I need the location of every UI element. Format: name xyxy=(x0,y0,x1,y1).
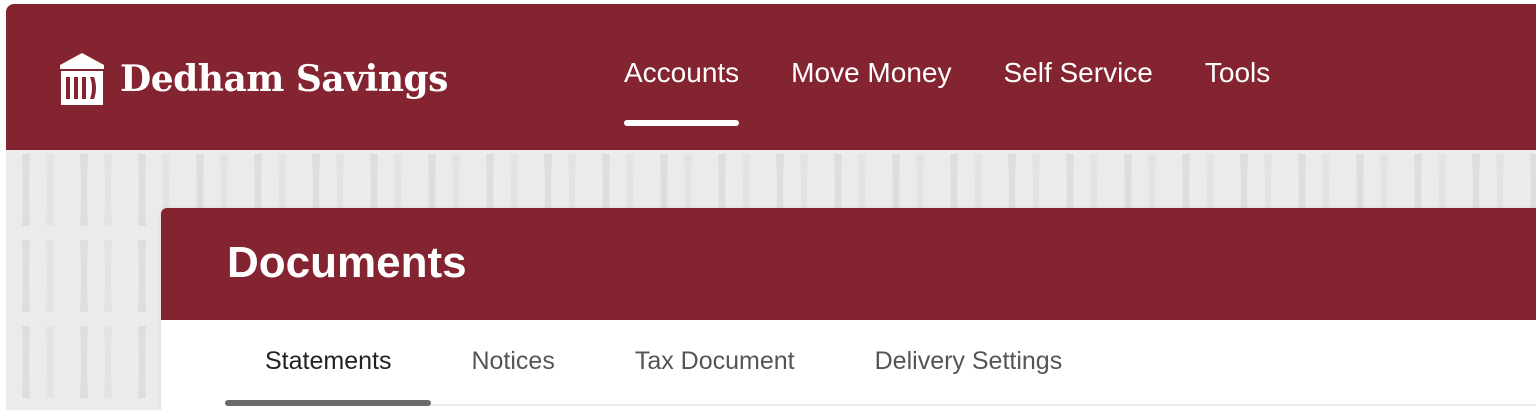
documents-tabs: Statements Notices Tax Document Delivery… xyxy=(225,320,1102,410)
bank-logo-icon xyxy=(60,53,104,105)
tab-label: Tax Document xyxy=(634,346,795,375)
nav-item-accounts[interactable]: Accounts xyxy=(624,4,740,150)
tab-statements[interactable]: Statements xyxy=(225,320,432,410)
documents-header: Documents xyxy=(161,208,1536,320)
tab-label: Statements xyxy=(265,346,392,375)
nav-item-label: Self Service xyxy=(1003,57,1153,88)
nav-item-label: Tools xyxy=(1204,57,1271,88)
nav-item-self-service[interactable]: Self Service xyxy=(1003,4,1152,150)
nav-item-tools[interactable]: Tools xyxy=(1205,4,1270,150)
documents-card: Documents Statements Notices Tax Documen… xyxy=(161,208,1536,410)
tab-label: Delivery Settings xyxy=(874,346,1063,375)
tab-tax-document[interactable]: Tax Document xyxy=(595,320,835,410)
brand-name: Dedham Savings xyxy=(120,58,448,100)
nav-item-label: Accounts xyxy=(624,57,740,88)
tab-label: Notices xyxy=(471,346,555,375)
tab-notices[interactable]: Notices xyxy=(431,320,594,410)
nav-item-label: Move Money xyxy=(791,57,952,88)
top-navigation-bar: Dedham Savings Accounts Move Money Self … xyxy=(6,4,1536,150)
main-navigation: Accounts Move Money Self Service Tools xyxy=(624,4,1322,150)
page-title: Documents xyxy=(227,238,467,287)
brand-home-link[interactable]: Dedham Savings xyxy=(58,50,448,108)
nav-item-move-money[interactable]: Move Money xyxy=(791,4,951,150)
tab-delivery-settings[interactable]: Delivery Settings xyxy=(835,320,1103,410)
app-window: Dedham Savings Accounts Move Money Self … xyxy=(6,4,1536,410)
